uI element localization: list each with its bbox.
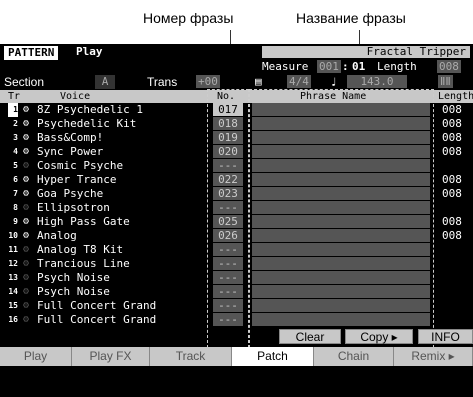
voice-name[interactable]: Cosmic Psyche — [37, 159, 203, 173]
gear-icon: ⚙ — [23, 188, 30, 199]
phrase-length: 008 — [442, 229, 462, 242]
track-number: 10 — [8, 231, 18, 240]
voice-name[interactable]: Bass&Comp! — [37, 131, 203, 145]
gear-icon: ⚙ — [23, 202, 30, 213]
measure-label: Measure — [262, 60, 309, 73]
tempo-value[interactable]: 143.0 — [347, 75, 407, 88]
track-number: 1 — [8, 103, 18, 117]
length-label: Length — [377, 60, 417, 73]
title-bar: PATTERN Play Fractal Tripper — [0, 44, 473, 60]
callout-phrase-name: Название фразы — [296, 10, 406, 26]
track-number: 16 — [8, 315, 18, 324]
measure-value[interactable]: 001 — [317, 60, 341, 73]
meter-icon: ▤ — [255, 75, 262, 88]
tab-chain[interactable]: Chain — [314, 347, 394, 366]
voice-name[interactable]: Trancious Line — [37, 257, 203, 271]
tab-track[interactable]: Track — [150, 347, 232, 366]
voice-name[interactable]: Analog T8 Kit — [37, 243, 203, 257]
column-header-length: Length — [438, 91, 473, 102]
time-signature-value[interactable]: 4/4 — [287, 75, 311, 88]
phrase-length: 008 — [442, 145, 462, 158]
phrase-length: 008 — [442, 117, 462, 130]
voice-name[interactable]: Full Concert Grand — [37, 299, 203, 313]
trans-label: Trans — [147, 75, 178, 89]
track-number: 7 — [13, 189, 18, 198]
clear-button[interactable]: Clear — [279, 329, 341, 344]
voice-name[interactable]: Psych Noise — [37, 271, 203, 285]
gear-icon: ⚙ — [23, 146, 30, 157]
note-icon: ♩ — [330, 75, 338, 89]
gear-icon: ⚙ — [23, 104, 30, 115]
voice-name[interactable]: Hyper Trance — [37, 173, 203, 187]
gear-icon: ⚙ — [23, 230, 30, 241]
gear-icon: ⚙ — [23, 216, 30, 227]
copy-button[interactable]: Copy ▸ — [345, 329, 413, 344]
phrase-length: 008 — [442, 103, 462, 116]
gear-icon: ⚙ — [23, 258, 30, 269]
trans-value[interactable]: +00 — [196, 75, 220, 88]
phrase-length: 008 — [442, 215, 462, 228]
voice-name[interactable]: Ellipsotron — [37, 201, 203, 215]
beat-value[interactable]: 01 — [352, 60, 365, 74]
track-number: 12 — [8, 259, 18, 268]
phrase-length: 008 — [442, 187, 462, 200]
voice-name[interactable]: High Pass Gate — [37, 215, 203, 229]
tab-bar: Play Play FX Track Patch Chain Remix ▸ — [0, 347, 473, 366]
voice-name[interactable]: Goa Psyche — [37, 187, 203, 201]
length-value[interactable]: 008 — [437, 60, 461, 73]
gear-icon: ⚙ — [23, 272, 30, 283]
column-header-tr: Tr — [8, 91, 21, 102]
voice-name[interactable]: Analog — [37, 229, 203, 243]
gear-icon: ⚙ — [23, 300, 30, 311]
track-number: 8 — [13, 203, 18, 212]
mode-sub-label: Play — [76, 45, 103, 58]
gear-icon: ⚙ — [23, 160, 30, 171]
voice-name[interactable]: 8Z Psychedelic 1 — [37, 103, 203, 117]
track-number: 2 — [13, 119, 18, 128]
callout-phrase-number: Номер фразы — [143, 10, 234, 26]
track-number: 15 — [8, 301, 18, 310]
mode-label: PATTERN — [4, 46, 59, 60]
track-number: 5 — [13, 161, 18, 170]
track-number: 9 — [13, 217, 18, 226]
tab-play-fx[interactable]: Play FX — [72, 347, 150, 366]
click-icon[interactable]: ⅡⅡ — [438, 75, 453, 88]
track-number: 11 — [8, 245, 18, 254]
section-label: Section — [4, 75, 45, 89]
column-header-voice: Voice — [60, 91, 91, 102]
pattern-screen: PATTERN Play Fractal Tripper Measure 001… — [0, 44, 473, 397]
gear-icon: ⚙ — [23, 244, 30, 255]
track-number: 13 — [8, 273, 18, 282]
info-button[interactable]: INFO — [418, 329, 473, 344]
voice-name[interactable]: Full Concert Grand — [37, 313, 203, 327]
voice-name[interactable]: Sync Power — [37, 145, 203, 159]
tab-play[interactable]: Play — [0, 347, 72, 366]
tab-patch[interactable]: Patch — [232, 347, 314, 366]
voice-name[interactable]: Psych Noise — [37, 285, 203, 299]
track-number: 3 — [13, 133, 18, 142]
phrase-length: 008 — [442, 173, 462, 186]
song-title[interactable]: Fractal Tripper — [262, 46, 470, 58]
section-row: Section A Trans +00 ▤ 4/4 ♩ 143.0 ⅡⅡ — [0, 75, 473, 89]
measure-colon: : — [342, 60, 349, 73]
gear-icon: ⚙ — [23, 118, 30, 129]
gear-icon: ⚙ — [23, 314, 30, 325]
phrase-number-highlight — [207, 89, 249, 353]
measure-row: Measure 001 : 01 Length 008 — [0, 60, 473, 74]
phrase-name-highlight — [249, 89, 434, 353]
gear-icon: ⚙ — [23, 286, 30, 297]
gear-icon: ⚙ — [23, 174, 30, 185]
gear-icon: ⚙ — [23, 132, 30, 143]
track-number: 6 — [13, 175, 18, 184]
track-number: 4 — [13, 147, 18, 156]
tab-remix[interactable]: Remix ▸ — [394, 347, 473, 366]
phrase-length: 008 — [442, 131, 462, 144]
section-value[interactable]: A — [95, 75, 115, 89]
track-number: 14 — [8, 287, 18, 296]
voice-name[interactable]: Psychedelic Kit — [37, 117, 203, 131]
